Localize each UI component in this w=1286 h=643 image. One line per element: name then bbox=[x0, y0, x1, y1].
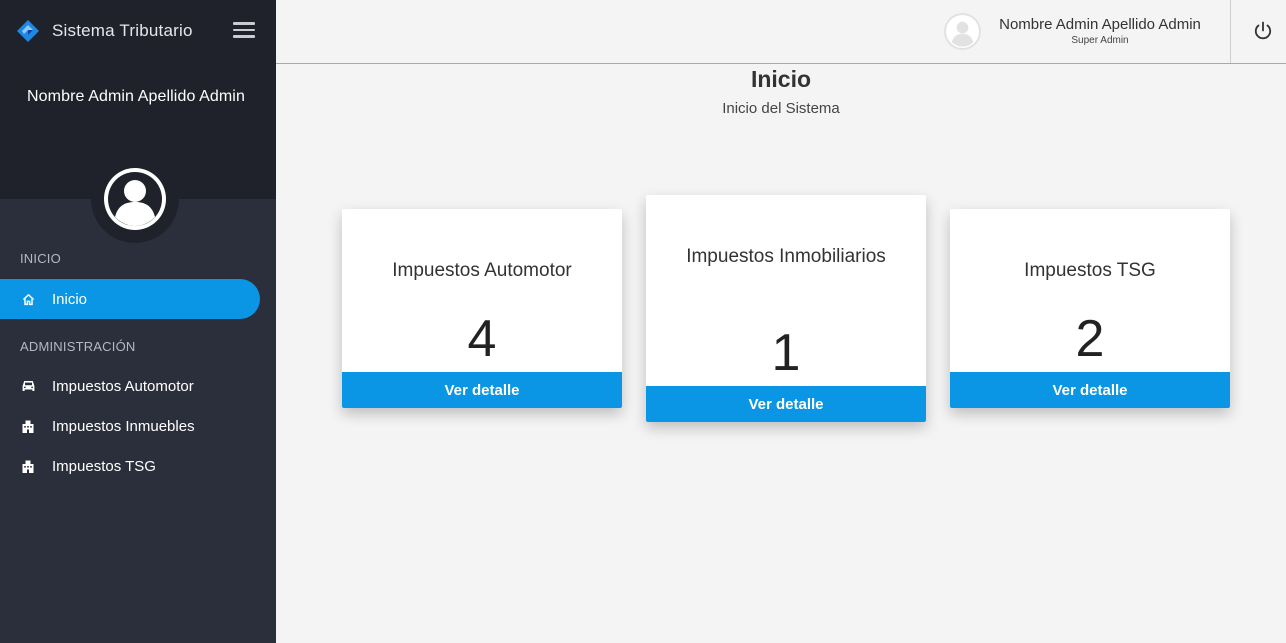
top-header: Nombre Admin Apellido Admin Super Admin bbox=[276, 0, 1286, 64]
page-subtitle: Inicio del Sistema bbox=[722, 100, 840, 117]
card-impuestos-tsg: Impuestos TSG 2 Ver detalle bbox=[950, 209, 1230, 408]
card-title: Impuestos Automotor bbox=[392, 260, 572, 281]
card-count: 2 bbox=[1075, 310, 1105, 368]
brand-name: Sistema Tributario bbox=[52, 21, 193, 40]
building-icon bbox=[21, 419, 35, 433]
user-circle-icon bbox=[945, 14, 980, 49]
card-count: 4 bbox=[467, 310, 497, 368]
user-circle-icon bbox=[104, 168, 166, 230]
sidebar-item-impuestos-automotor[interactable]: Impuestos Automotor bbox=[0, 366, 260, 406]
nav-section-administracion: ADMINISTRACIÓN bbox=[20, 339, 136, 354]
header-user-role: Super Admin bbox=[1071, 35, 1129, 46]
home-icon bbox=[21, 292, 35, 306]
brand-logo-icon bbox=[17, 20, 39, 42]
ver-detalle-button[interactable]: Ver detalle bbox=[950, 372, 1230, 408]
ver-detalle-button[interactable]: Ver detalle bbox=[342, 372, 622, 408]
sidebar-item-label: Impuestos TSG bbox=[52, 457, 156, 475]
sidebar-item-label: Inicio bbox=[52, 290, 88, 308]
sidebar-item-label: Impuestos Inmuebles bbox=[52, 417, 195, 435]
card-impuestos-inmobiliarios: Impuestos Inmobiliarios 1 Ver detalle bbox=[646, 195, 926, 422]
sidebar-item-impuestos-inmuebles[interactable]: Impuestos Inmuebles bbox=[0, 406, 260, 446]
menu-toggle-icon[interactable] bbox=[233, 22, 255, 40]
header-user-name[interactable]: Nombre Admin Apellido Admin bbox=[986, 16, 1214, 33]
building-icon bbox=[21, 459, 35, 473]
card-title: Impuestos TSG bbox=[1024, 260, 1156, 281]
sidebar-item-inicio[interactable]: Inicio bbox=[0, 279, 260, 319]
ver-detalle-button[interactable]: Ver detalle bbox=[646, 386, 926, 422]
sidebar-item-impuestos-tsg[interactable]: Impuestos TSG bbox=[0, 446, 260, 486]
sidebar-item-label: Impuestos Automotor bbox=[52, 377, 194, 395]
card-title: Impuestos Inmobiliarios bbox=[686, 246, 886, 267]
header-avatar[interactable] bbox=[944, 13, 981, 50]
card-count: 1 bbox=[771, 324, 801, 382]
sidebar-avatar bbox=[91, 155, 179, 243]
brand[interactable]: Sistema Tributario bbox=[16, 18, 193, 44]
card-impuestos-automotor: Impuestos Automotor 4 Ver detalle bbox=[342, 209, 622, 408]
nav-section-inicio: INICIO bbox=[20, 251, 61, 266]
power-icon[interactable] bbox=[1252, 20, 1274, 42]
header-divider bbox=[1230, 0, 1231, 63]
page-title: Inicio bbox=[750, 66, 812, 92]
sidebar: Sistema Tributario Nombre Admin Apellido… bbox=[0, 0, 276, 643]
car-icon bbox=[21, 379, 35, 393]
sidebar-user-name: Nombre Admin Apellido Admin bbox=[27, 88, 245, 105]
